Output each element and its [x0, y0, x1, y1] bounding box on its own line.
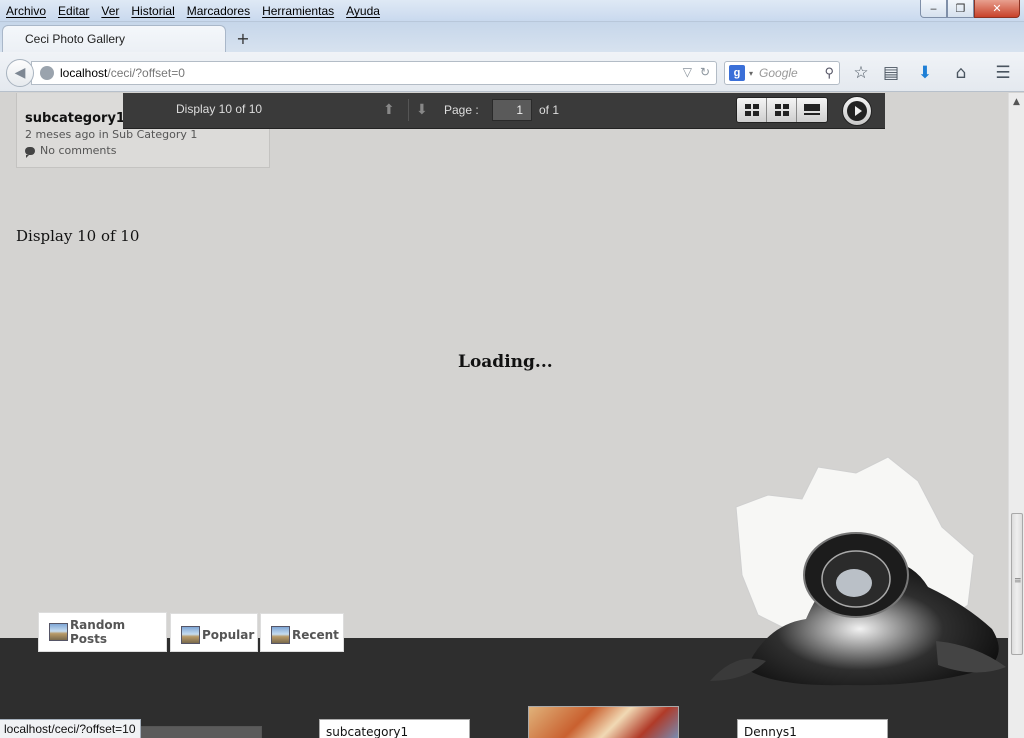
- footer-tab-random-posts[interactable]: Random Posts: [38, 612, 167, 652]
- thumbnail-label: Dennys1: [744, 725, 797, 738]
- tab-title: Ceci Photo Gallery: [25, 32, 126, 46]
- tab-strip: Ceci Photo Gallery +: [0, 22, 1024, 52]
- globe-icon: [40, 66, 54, 80]
- menu-icon[interactable]: ☰: [992, 62, 1014, 84]
- page-total: of 1: [539, 103, 560, 117]
- footer-tab-label: Random Posts: [69, 618, 126, 646]
- footer-tab-recent[interactable]: Recent: [260, 613, 344, 652]
- status-bar-link: localhost/ceci/?offset=10: [0, 719, 141, 738]
- gallery-pager-bar: Display 10 of 10 ⬆ ⬇ Page : of 1: [123, 93, 885, 129]
- menu-marcadores[interactable]: Marcadores: [181, 1, 256, 21]
- play-icon: [847, 101, 867, 121]
- close-window-button[interactable]: ✕: [974, 0, 1020, 18]
- post-comments[interactable]: No comments: [25, 144, 117, 158]
- window-controls: ‒ ❐ ✕: [920, 0, 1020, 18]
- large-grid-icon: [744, 104, 759, 116]
- star-icon[interactable]: ☆: [850, 62, 872, 84]
- display-count-text: Display 10 of 10: [16, 227, 140, 245]
- filmstrip-view-button[interactable]: [797, 98, 827, 122]
- google-icon: g: [729, 65, 745, 81]
- landscape-thumbnail-icon: [271, 625, 290, 644]
- comment-icon: [25, 146, 35, 158]
- loading-indicator: Loading...: [458, 352, 553, 372]
- footer-tab-label: Popular: [202, 627, 255, 642]
- post-meta: 2 meses ago in Sub Category 1: [25, 128, 198, 141]
- large-grid-view-button[interactable]: [737, 98, 767, 122]
- footer-tab-popular[interactable]: Popular: [170, 613, 258, 652]
- previous-page-arrow-icon[interactable]: ⬆: [383, 101, 395, 118]
- grip-icon: ≡: [1014, 576, 1022, 586]
- divider: [408, 99, 409, 121]
- url-path: /ceci/?offset=0: [107, 66, 185, 80]
- vertical-scrollbar[interactable]: ▲ ≡: [1008, 93, 1024, 738]
- navigation-bar: localhost/ceci/?offset=0 ▽ ↻ ◀ g ▾ Googl…: [0, 52, 1024, 92]
- back-button[interactable]: ◀: [6, 59, 34, 87]
- menu-archivo[interactable]: Archivo: [0, 1, 52, 21]
- tab-ceci-photo-gallery[interactable]: Ceci Photo Gallery: [2, 25, 226, 52]
- scroll-up-arrow-icon[interactable]: ▲: [1013, 97, 1020, 107]
- camera-artwork: [710, 456, 1006, 686]
- menu-herramientas[interactable]: Herramientas: [256, 1, 340, 21]
- filmstrip-icon: [804, 104, 820, 116]
- menu-editar[interactable]: Editar: [52, 1, 95, 21]
- page-number-input[interactable]: [492, 99, 532, 121]
- menu-ver[interactable]: Ver: [95, 1, 125, 21]
- title-bar: Archivo Editar Ver Historial Marcadores …: [0, 0, 1024, 22]
- footer-thumbnail-dennys1[interactable]: Dennys1: [737, 719, 888, 738]
- slideshow-play-button[interactable]: [842, 96, 872, 126]
- back-arrow-icon: ◀: [14, 65, 26, 81]
- next-page-arrow-icon[interactable]: ⬇: [416, 101, 428, 118]
- footer-tab-label: Recent: [292, 627, 339, 642]
- download-icon[interactable]: ⬇: [914, 62, 936, 84]
- small-grid-icon: [774, 104, 789, 116]
- url-host: localhost: [60, 66, 108, 80]
- footer-thumbnail-subcategory1[interactable]: subcategory1: [319, 719, 470, 738]
- thumbnail-label: subcategory1: [326, 725, 409, 738]
- footer-thumbnail-dragon-image[interactable]: [528, 706, 679, 738]
- landscape-thumbnail-icon: [181, 625, 200, 644]
- page-label: Page :: [444, 103, 479, 117]
- search-icon[interactable]: ⚲: [824, 65, 834, 81]
- search-placeholder: Google: [759, 66, 798, 80]
- scrollbar-thumb[interactable]: ≡: [1011, 513, 1023, 655]
- minimize-button[interactable]: ‒: [920, 0, 947, 18]
- menu-ayuda[interactable]: Ayuda: [340, 1, 386, 21]
- view-mode-buttons: [736, 97, 828, 123]
- search-box[interactable]: g ▾ Google ⚲: [724, 61, 840, 85]
- small-grid-view-button[interactable]: [767, 98, 797, 122]
- search-engine-dropdown-icon[interactable]: ▾: [749, 69, 753, 78]
- pager-count: Display 10 of 10: [176, 102, 263, 116]
- maximize-button[interactable]: ❐: [947, 0, 974, 18]
- landscape-thumbnail-icon: [49, 623, 68, 641]
- reload-icon[interactable]: ↻: [700, 65, 710, 79]
- address-bar[interactable]: localhost/ceci/?offset=0 ▽ ↻: [31, 61, 717, 85]
- footer-thumbnail-image[interactable]: [140, 726, 262, 738]
- new-tab-button[interactable]: +: [234, 28, 252, 48]
- post-title[interactable]: subcategory1: [25, 111, 125, 126]
- reading-list-icon[interactable]: ▤: [880, 62, 902, 84]
- dropdown-arrow-icon[interactable]: ▽: [683, 65, 692, 79]
- page-content: subcategory1 2 meses ago in Sub Category…: [0, 93, 1008, 738]
- menu-historial[interactable]: Historial: [125, 1, 180, 21]
- url-icons: ▽ ↻: [683, 65, 710, 79]
- comments-label: No comments: [40, 144, 117, 157]
- menu-bar: Archivo Editar Ver Historial Marcadores …: [0, 0, 386, 22]
- home-icon[interactable]: ⌂: [950, 62, 972, 84]
